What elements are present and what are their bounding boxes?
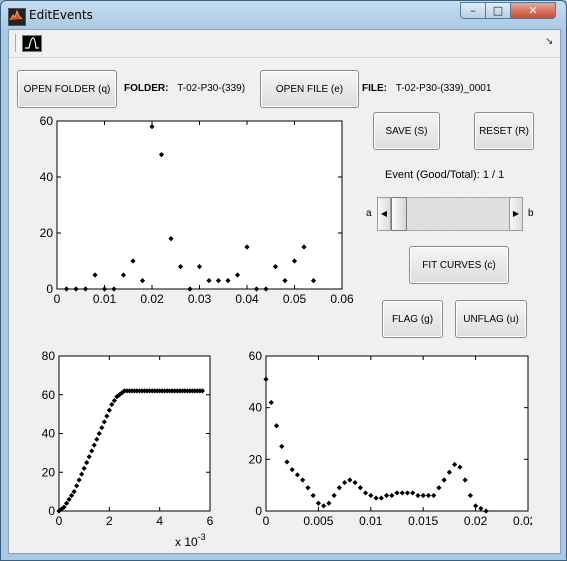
x-tick-label: 4: [156, 514, 163, 528]
x-tick-label: 0: [54, 292, 61, 306]
app-window: EditEvents – □ ✕ ↘ OPEN FOLDER (q) FOLDE…: [0, 0, 567, 561]
title-bar[interactable]: EditEvents – □ ✕: [1, 1, 566, 29]
file-info: FILE: T-02-P30-(339)_0001: [362, 83, 491, 94]
y-tick-label: 40: [249, 401, 263, 415]
x-tick-label: 0.025: [513, 514, 532, 528]
maximize-button[interactable]: □: [485, 2, 511, 19]
y-tick-label: 0: [48, 504, 55, 518]
x-axis-multiplier-exponent: -3: [198, 532, 206, 542]
folder-value: T-02-P30-(339): [177, 83, 246, 94]
toolbar-overflow-icon[interactable]: ↘: [545, 36, 553, 47]
x-axis-multiplier: x 10-3: [175, 532, 206, 549]
events-scatter-plot[interactable]: 0 0.01 0.02 0.03 0.04 0.05 0.06 0 20 40 60: [29, 114, 354, 314]
toolbar-separator: [15, 34, 19, 52]
save-button[interactable]: SAVE (S): [373, 112, 440, 150]
x-tick-label: 0.06: [330, 292, 354, 306]
x-tick-label: 2: [106, 514, 113, 528]
event-status: Event (Good/Total): 1 / 1: [385, 169, 505, 181]
folder-info: FOLDER: T-02-P30-(339): [124, 83, 245, 94]
fit-curves-button[interactable]: FIT CURVES (c): [409, 246, 509, 284]
x-tick-label: 0.015: [408, 514, 438, 528]
x-tick-label: 6: [207, 514, 214, 528]
y-tick-label: 20: [42, 465, 56, 479]
folder-label: FOLDER:: [124, 83, 169, 94]
figure-client-area: ↘ OPEN FOLDER (q) FOLDER: T-02-P30-(339)…: [8, 29, 561, 554]
flag-button[interactable]: FLAG (g): [382, 300, 443, 338]
x-tick-label: 0.03: [188, 292, 212, 306]
y-tick-label: 0: [255, 504, 262, 518]
y-tick-label: 60: [40, 114, 54, 128]
x-tick-label: 0.02: [140, 292, 164, 306]
x-tick-label: 0.01: [359, 514, 383, 528]
rise-curve-plot[interactable]: 0 2 4 6020406080x 10-3: [25, 348, 225, 551]
event-slider[interactable]: ◀ ▶: [377, 197, 523, 231]
close-button[interactable]: ✕: [510, 2, 556, 19]
y-tick-label: 60: [249, 349, 263, 363]
slider-label-b: b: [528, 208, 534, 219]
file-value: T-02-P30-(339)_0001: [395, 83, 492, 94]
y-tick-label: 60: [42, 388, 56, 402]
open-file-button[interactable]: OPEN FILE (e): [260, 70, 359, 108]
slider-label-a: a: [366, 208, 372, 219]
figure-toolbar: ↘: [9, 30, 560, 58]
window-title: EditEvents: [29, 8, 93, 22]
minimize-button[interactable]: –: [460, 2, 486, 19]
y-tick-label: 40: [42, 427, 56, 441]
y-tick-label: 40: [40, 170, 54, 184]
x-tick-label: 0.04: [235, 292, 259, 306]
y-tick-label: 0: [46, 282, 53, 296]
y-tick-label: 20: [40, 226, 54, 240]
unflag-button[interactable]: UNFLAG (u): [455, 300, 527, 338]
x-tick-label: 0.005: [303, 514, 333, 528]
x-axis-multiplier-base: x 10: [175, 535, 198, 549]
reset-button[interactable]: RESET (R): [474, 112, 534, 150]
plot-area: [56, 120, 343, 290]
decay-curve-plot[interactable]: 0 0.005 0.01 0.015 0.02 0.025 0 20 40 60: [232, 348, 532, 538]
slider-right-arrow-icon[interactable]: ▶: [509, 197, 523, 231]
matlab-icon: [8, 8, 26, 26]
plot-area: [265, 355, 529, 512]
y-tick-label: 80: [42, 349, 56, 363]
waveform-icon[interactable]: [22, 35, 42, 52]
x-tick-label: 0: [263, 514, 270, 528]
x-tick-label: 0: [56, 514, 63, 528]
y-tick-label: 20: [249, 452, 263, 466]
x-tick-label: 0.05: [283, 292, 307, 306]
x-tick-label: 0.01: [93, 292, 117, 306]
x-tick-label: 0.02: [464, 514, 488, 528]
open-folder-button[interactable]: OPEN FOLDER (q): [17, 70, 117, 108]
slider-left-arrow-icon[interactable]: ◀: [377, 197, 391, 231]
slider-thumb[interactable]: [391, 197, 407, 231]
plot-area: [58, 355, 211, 512]
file-label: FILE:: [362, 83, 387, 94]
